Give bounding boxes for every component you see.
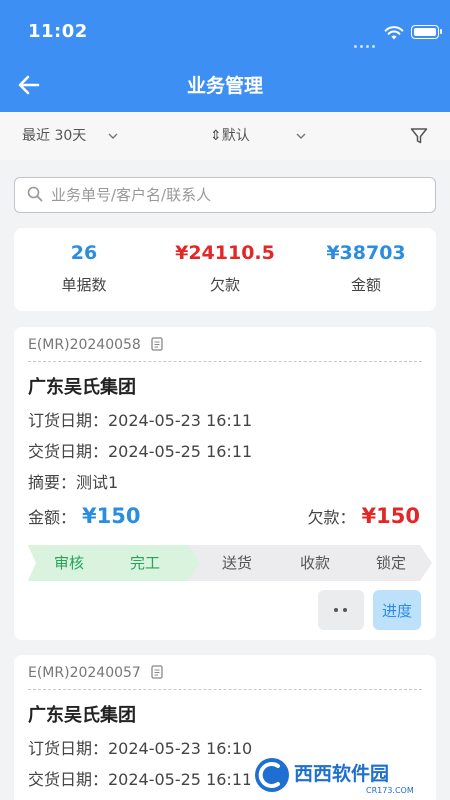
delivery-date: 交货日期：2024-05-25 16:11: [28, 770, 253, 789]
wifi-icon: [384, 26, 404, 40]
watermark-text: 西西软件园: [294, 762, 389, 785]
stat-amount: ¥38703 金额: [296, 240, 436, 295]
doc-number: E(MR)20240057: [28, 663, 163, 683]
more-button[interactable]: [318, 590, 364, 630]
search-box[interactable]: [14, 177, 436, 213]
order-summary: 摘要：测试1: [28, 473, 119, 492]
progress-button[interactable]: 进度: [373, 590, 421, 630]
stat-count-label: 单据数: [61, 276, 107, 294]
document-copy-icon[interactable]: [151, 337, 163, 351]
doc-number: E(MR)20240058: [28, 335, 163, 355]
delivery-date: 交货日期：2024-05-25 16:11: [28, 442, 253, 461]
customer-name: 广东吴氏集团: [28, 377, 136, 398]
sort-filter[interactable]: ⇕默认: [210, 126, 250, 146]
watermark-subtext: CR173.COM: [366, 786, 414, 795]
search-input[interactable]: [51, 182, 421, 208]
more-dot-icon: [334, 608, 338, 612]
chevron-down-icon[interactable]: [296, 131, 306, 141]
stat-debt-value: ¥24110.5: [175, 242, 275, 264]
doc-number-text: E(MR)20240058: [28, 337, 141, 353]
date-range-filter[interactable]: 最近 30天: [22, 126, 86, 146]
step-review[interactable]: 审核: [38, 545, 100, 581]
order-date: 订货日期：2024-05-23 16:11: [28, 411, 253, 430]
customer-name: 广东吴氏集团: [28, 705, 136, 726]
search-icon: [27, 186, 43, 202]
amount: 金额： ¥150: [28, 503, 140, 531]
status-bar: 11:02: [0, 0, 450, 60]
summary-panel: 26 单据数 ¥24110.5 欠款 ¥38703 金额: [14, 228, 436, 311]
amount-value: ¥150: [82, 504, 141, 528]
filter-funnel-icon[interactable]: [410, 127, 428, 145]
page-title: 业务管理: [186, 75, 263, 97]
doc-number-text: E(MR)20240057: [28, 665, 141, 681]
step-lock[interactable]: 锁定: [360, 545, 422, 581]
debt-label: 欠款：: [307, 508, 356, 527]
step-payment[interactable]: 收款: [284, 545, 346, 581]
progress-steps: 审核 完工 送货 收款 锁定: [28, 545, 432, 581]
divider: [28, 689, 422, 690]
divider: [28, 361, 422, 362]
stat-amount-value: ¥38703: [326, 242, 406, 264]
chevron-down-icon[interactable]: [108, 131, 118, 141]
amount-label: 金额：: [28, 508, 77, 527]
step-complete[interactable]: 完工: [114, 545, 176, 581]
order-card[interactable]: E(MR)20240058 广东吴氏集团 订货日期：2024-05-23 16:…: [14, 327, 436, 640]
stat-amount-label: 金额: [350, 276, 381, 294]
app-header: 11:02 业务管理: [0, 0, 450, 112]
debt-value: ¥150: [361, 504, 420, 528]
signal-dots-icon: [354, 33, 378, 48]
more-dot-icon: [343, 608, 347, 612]
stat-count-value: 26: [70, 242, 98, 264]
status-time: 11:02: [28, 21, 88, 42]
stat-count: 26 单据数: [14, 240, 154, 295]
stat-debt: ¥24110.5 欠款: [155, 240, 295, 295]
order-date: 订货日期：2024-05-23 16:10: [28, 739, 253, 758]
watermark-logo: 西西软件园 CR173.COM: [250, 752, 432, 798]
step-delivery[interactable]: 送货: [206, 545, 268, 581]
document-copy-icon[interactable]: [151, 665, 163, 679]
debt: 欠款： ¥150: [308, 503, 420, 531]
stat-debt-label: 欠款: [209, 276, 240, 294]
battery-icon: [411, 25, 442, 39]
filter-bar: 最近 30天 ⇕默认: [0, 112, 450, 160]
